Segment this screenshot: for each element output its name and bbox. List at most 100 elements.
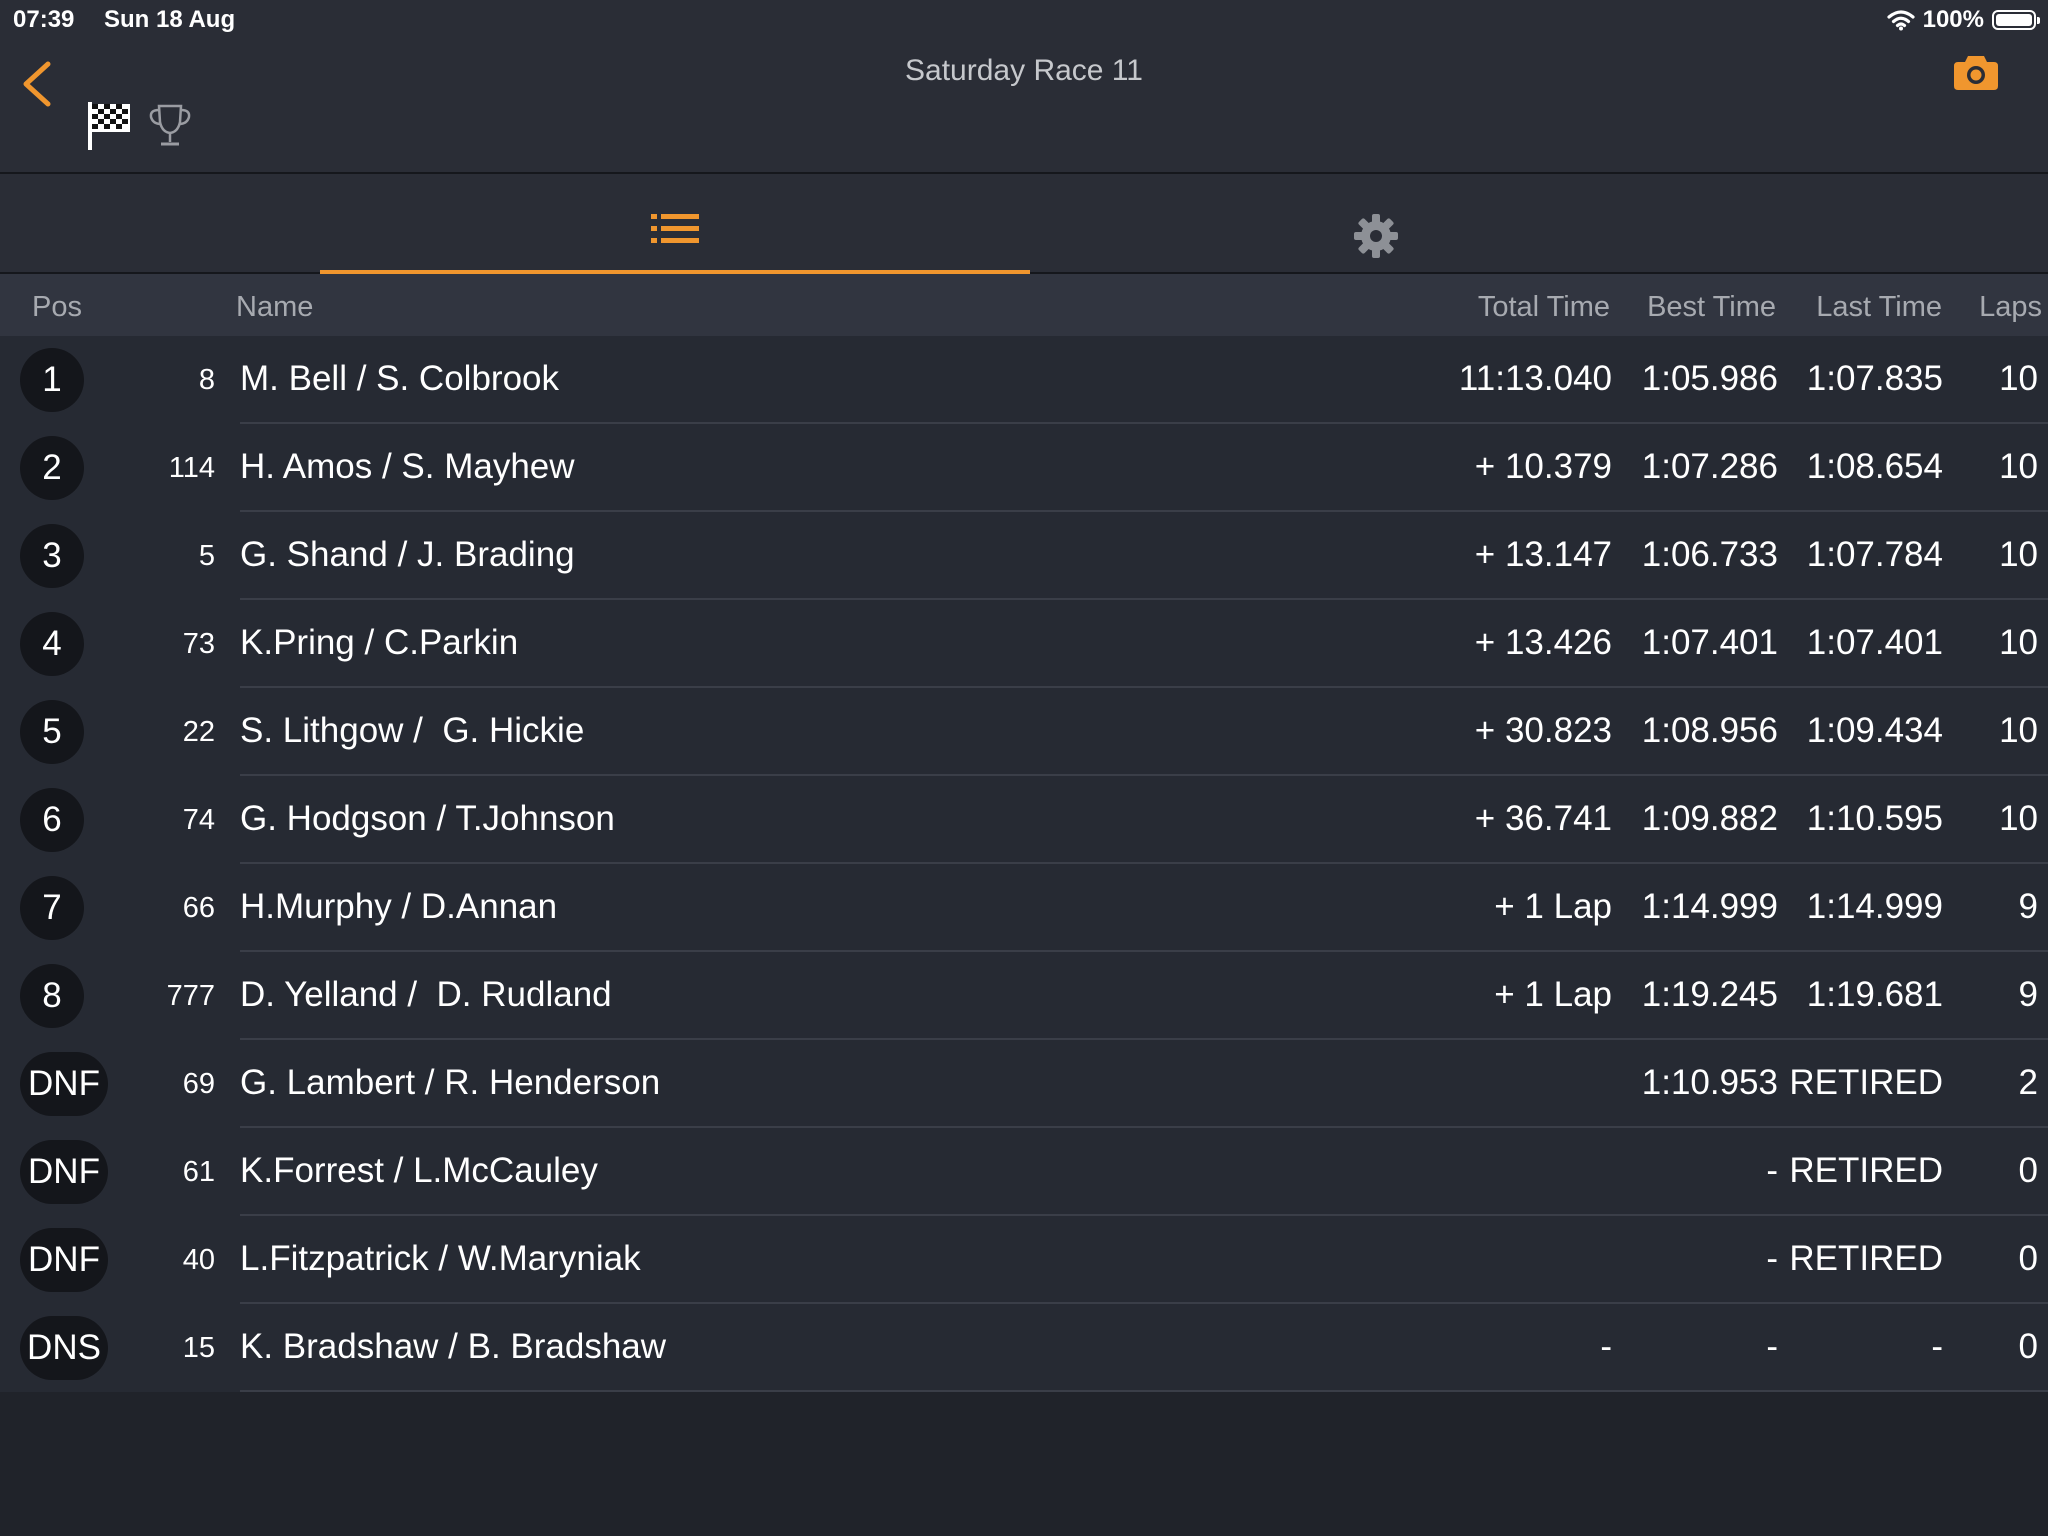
laps-count: 9: [2018, 975, 2038, 1014]
car-number: 73: [182, 628, 215, 660]
driver-name: K. Bradshaw / B. Bradshaw: [240, 1327, 667, 1366]
best-time: 1:07.286: [1641, 447, 1778, 486]
column-header-name: Name: [236, 291, 314, 323]
car-number: 40: [182, 1244, 215, 1276]
position-badge: 7: [20, 876, 84, 940]
last-time: RETIRED: [1789, 1239, 1943, 1278]
position-badge: 2: [20, 436, 84, 500]
laps-count: 0: [2018, 1151, 2038, 1190]
laps-count: 10: [1999, 447, 2038, 486]
driver-name: S. Lithgow / G. Hickie: [240, 711, 585, 750]
position-badge: 6: [20, 788, 84, 852]
trophy-button[interactable]: [148, 102, 192, 150]
column-header-last-time: Last Time: [1816, 291, 1942, 323]
last-time: 1:08.654: [1806, 447, 1943, 486]
total-time: + 1 Lap: [1494, 975, 1612, 1014]
car-number: 15: [182, 1332, 215, 1364]
table-row[interactable]: 5 22 S. Lithgow / G. Hickie + 30.823 1:08.95…: [0, 688, 2048, 776]
battery-icon: [1992, 10, 2040, 30]
total-time: + 13.147: [1474, 535, 1612, 574]
best-time: -: [1766, 1239, 1778, 1278]
row-divider: [240, 1390, 2048, 1392]
laps-count: 10: [1999, 799, 2038, 838]
gear-icon: [1354, 214, 1398, 258]
table-row[interactable]: DNF 61 K.Forrest / L.McCauley - RETIRED 0: [0, 1128, 2048, 1216]
table-row[interactable]: 6 74 G. Hodgson / T.Johnson + 36.741 1:09.88…: [0, 776, 2048, 864]
status-bar: 07:39 Sun 18 Aug 100%: [0, 0, 2048, 40]
results-list: 1 8 M. Bell / S. Colbrook 11:13.040 1:05.986…: [0, 336, 2048, 1392]
car-number: 114: [168, 452, 215, 484]
position-badge: 1: [20, 348, 84, 412]
laps-count: 0: [2018, 1327, 2038, 1366]
car-number: 8: [198, 364, 215, 396]
table-row[interactable]: DNS 15 K. Bradshaw / B. Bradshaw - - - 0: [0, 1304, 2048, 1392]
driver-name: D. Yelland / D. Rudland: [240, 975, 612, 1014]
camera-button[interactable]: [1954, 52, 1998, 92]
position-badge: 3: [20, 524, 84, 588]
car-number: 777: [166, 980, 215, 1012]
table-row[interactable]: 2 114 H. Amos / S. Mayhew + 10.379 1:07.286 1…: [0, 424, 2048, 512]
table-row[interactable]: 8 777 D. Yelland / D. Rudland + 1 Lap 1:19.2…: [0, 952, 2048, 1040]
last-time: -: [1931, 1327, 1943, 1366]
total-time: + 13.426: [1474, 623, 1612, 662]
table-row[interactable]: 4 73 K.Pring / C.Parkin + 13.426 1:07.401 1:0…: [0, 600, 2048, 688]
table-row[interactable]: 1 8 M. Bell / S. Colbrook 11:13.040 1:05.986…: [0, 336, 2048, 424]
laps-count: 10: [1999, 535, 2038, 574]
driver-name: K.Pring / C.Parkin: [240, 623, 519, 662]
tab-bar: [0, 174, 2048, 274]
column-header-best-time: Best Time: [1647, 291, 1776, 323]
position-badge: DNF: [20, 1228, 108, 1292]
page-title: Saturday Race 11: [905, 54, 1143, 87]
laps-count: 0: [2018, 1239, 2038, 1278]
best-time: 1:08.956: [1641, 711, 1778, 750]
laps-count: 10: [1999, 359, 2038, 398]
best-time: 1:05.986: [1641, 359, 1778, 398]
total-time: 11:13.040: [1458, 359, 1612, 398]
laps-count: 2: [2018, 1063, 2038, 1102]
best-time: 1:07.401: [1641, 623, 1778, 662]
laps-count: 10: [1999, 711, 2038, 750]
table-row[interactable]: DNF 40 L.Fitzpatrick / W.Maryniak - RETIRED 0: [0, 1216, 2048, 1304]
total-time: + 30.823: [1474, 711, 1612, 750]
position-badge: 5: [20, 700, 84, 764]
table-row[interactable]: 3 5 G. Shand / J. Brading + 13.147 1:06.733 1…: [0, 512, 2048, 600]
position-badge: DNS: [20, 1316, 108, 1380]
car-number: 69: [182, 1068, 215, 1100]
driver-name: L.Fitzpatrick / W.Maryniak: [240, 1239, 641, 1278]
table-row[interactable]: DNF 69 G. Lambert / R. Henderson 1:10.953 RE…: [0, 1040, 2048, 1128]
total-time: + 10.379: [1474, 447, 1612, 486]
last-time: 1:10.595: [1806, 799, 1943, 838]
last-time: 1:07.784: [1806, 535, 1943, 574]
last-time: RETIRED: [1789, 1151, 1943, 1190]
best-time: 1:06.733: [1641, 535, 1778, 574]
best-time: 1:09.882: [1641, 799, 1778, 838]
position-badge: 8: [20, 964, 84, 1028]
position-badge: 4: [20, 612, 84, 676]
trophy-icon: [149, 104, 191, 146]
driver-name: G. Hodgson / T.Johnson: [240, 799, 615, 838]
laps-count: 10: [1999, 623, 2038, 662]
camera-icon: [1954, 56, 1998, 90]
car-number: 22: [182, 716, 215, 748]
best-time: -: [1766, 1327, 1778, 1366]
driver-name: H.Murphy / D.Annan: [240, 887, 558, 926]
table-row[interactable]: 7 66 H.Murphy / D.Annan + 1 Lap 1:14.999 1:14…: [0, 864, 2048, 952]
driver-name: K.Forrest / L.McCauley: [240, 1151, 598, 1190]
status-time: 07:39: [13, 6, 75, 33]
car-number: 66: [182, 892, 215, 924]
wifi-icon: [1887, 10, 1915, 31]
best-time: 1:10.953: [1641, 1063, 1778, 1102]
tab-results[interactable]: [320, 174, 1030, 274]
checkered-flag-button[interactable]: [86, 100, 132, 152]
last-time: 1:07.401: [1806, 623, 1943, 662]
battery-percent: 100%: [1922, 6, 1984, 33]
tab-settings[interactable]: [1030, 174, 1722, 274]
last-time: RETIRED: [1789, 1063, 1943, 1102]
position-badge: DNF: [20, 1052, 108, 1116]
total-time: + 36.741: [1474, 799, 1612, 838]
car-number: 61: [182, 1156, 215, 1188]
last-time: 1:09.434: [1806, 711, 1943, 750]
column-header-laps: Laps: [1979, 291, 2042, 323]
total-time: -: [1600, 1327, 1612, 1366]
total-time: + 1 Lap: [1494, 887, 1612, 926]
